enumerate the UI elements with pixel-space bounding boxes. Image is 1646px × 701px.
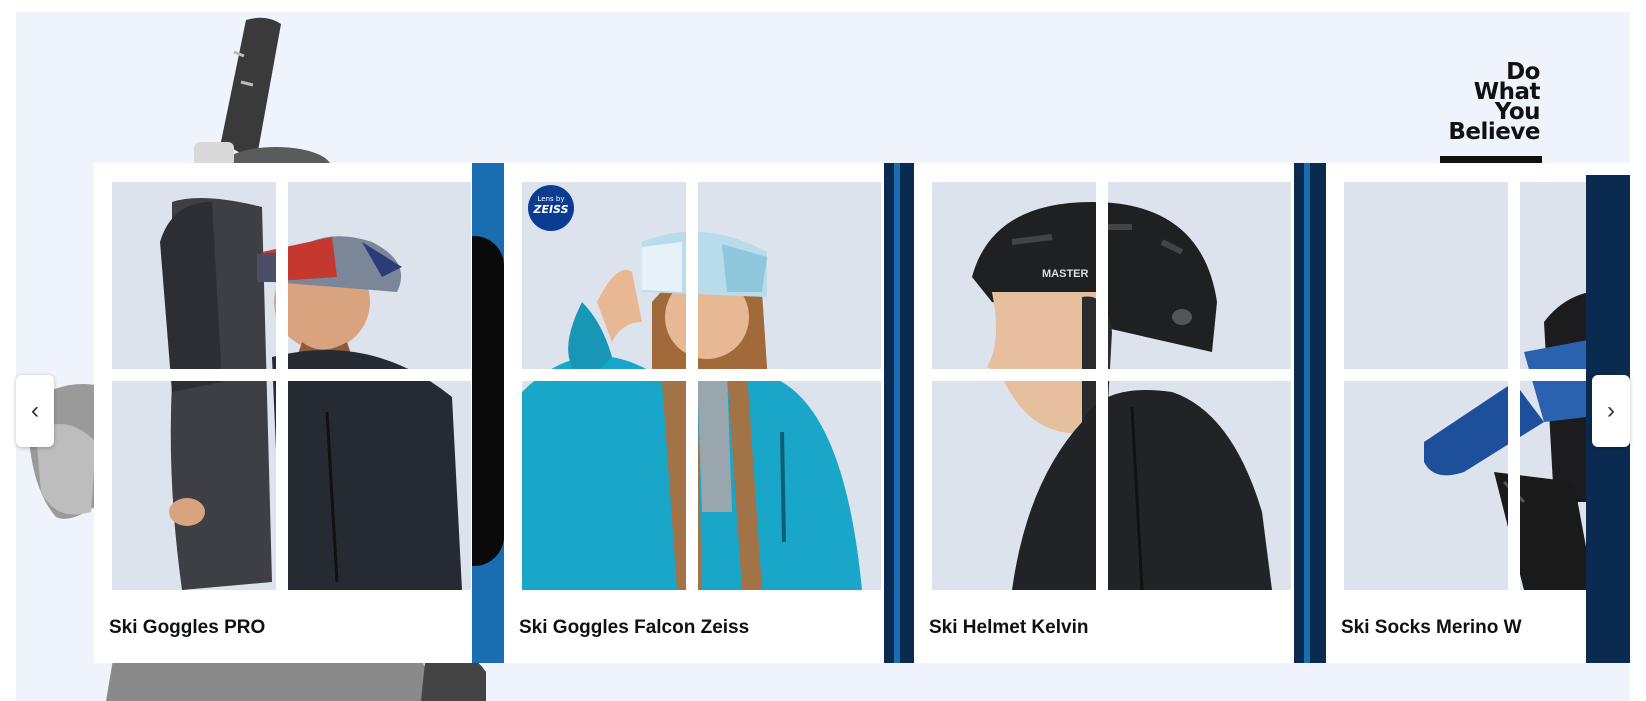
tile-divider — [932, 369, 1291, 381]
card-accent-stripe — [1304, 163, 1310, 663]
product-card[interactable]: Lens by ZEISS Ski Goggles Falcon Zeiss — [504, 163, 884, 663]
badge-caption: Lens by — [537, 195, 565, 203]
card-accent-shape — [472, 236, 504, 566]
product-image — [522, 182, 881, 590]
tile-divider — [276, 182, 288, 590]
carousel-next-button[interactable]: › — [1592, 375, 1630, 447]
product-image: MASTER — [932, 182, 1291, 590]
badge-brand: ZEISS — [533, 203, 569, 216]
product-carousel: Ski Goggles PRO Lens by ZEISS Ski Goggle… — [80, 163, 1630, 663]
chevron-left-icon: ‹ — [31, 397, 39, 424]
brand-underline — [1440, 156, 1542, 163]
tile-divider — [1096, 182, 1108, 590]
tile-divider — [686, 182, 698, 590]
carousel-prev-button[interactable]: ‹ — [16, 375, 54, 447]
product-card[interactable]: Ski Socks Merino W — [1326, 163, 1630, 663]
product-card[interactable]: Ski Goggles PRO — [94, 163, 472, 663]
card-accent-stripe — [1294, 163, 1326, 663]
helmet-print: MASTER — [1042, 268, 1089, 280]
zeiss-badge: Lens by ZEISS — [528, 185, 574, 231]
tile-divider — [522, 369, 881, 381]
brand-logo: Do What You Believe — [1448, 61, 1540, 145]
product-title[interactable]: Ski Helmet Kelvin — [929, 617, 1088, 639]
tile-divider — [1508, 182, 1520, 590]
chevron-right-icon: › — [1607, 397, 1615, 424]
card-accent-stripe — [894, 163, 900, 663]
product-title[interactable]: Ski Goggles PRO — [109, 617, 265, 639]
product-title[interactable]: Ski Goggles Falcon Zeiss — [519, 617, 749, 639]
product-title[interactable]: Ski Socks Merino W — [1341, 617, 1627, 639]
product-image — [112, 182, 471, 590]
product-card[interactable]: MASTER Ski Helmet Kelvin — [914, 163, 1294, 663]
tile-divider — [112, 369, 471, 381]
brand-line: Believe — [1448, 119, 1540, 145]
